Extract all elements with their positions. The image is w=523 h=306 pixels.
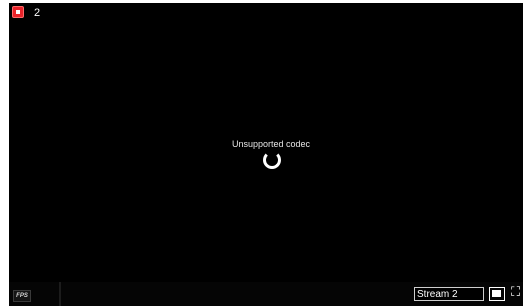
video-viewer[interactable]: 2 Unsupported codec FPS Stream 2 ⛶	[9, 3, 523, 306]
spinner-icon	[263, 151, 281, 169]
stream-select[interactable]: Stream 2	[414, 287, 484, 301]
fullscreen-icon[interactable]: ⛶	[509, 286, 522, 300]
window-icon[interactable]	[489, 287, 505, 301]
bottom-toolbar: FPS Stream 2 ⛶	[9, 282, 523, 306]
record-icon[interactable]	[12, 6, 24, 18]
top-bar: 2	[9, 3, 523, 23]
toolbar-divider	[59, 282, 61, 306]
channel-number: 2	[34, 7, 41, 19]
status-message: Unsupported codec	[231, 139, 311, 149]
fps-icon[interactable]: FPS	[13, 290, 31, 302]
